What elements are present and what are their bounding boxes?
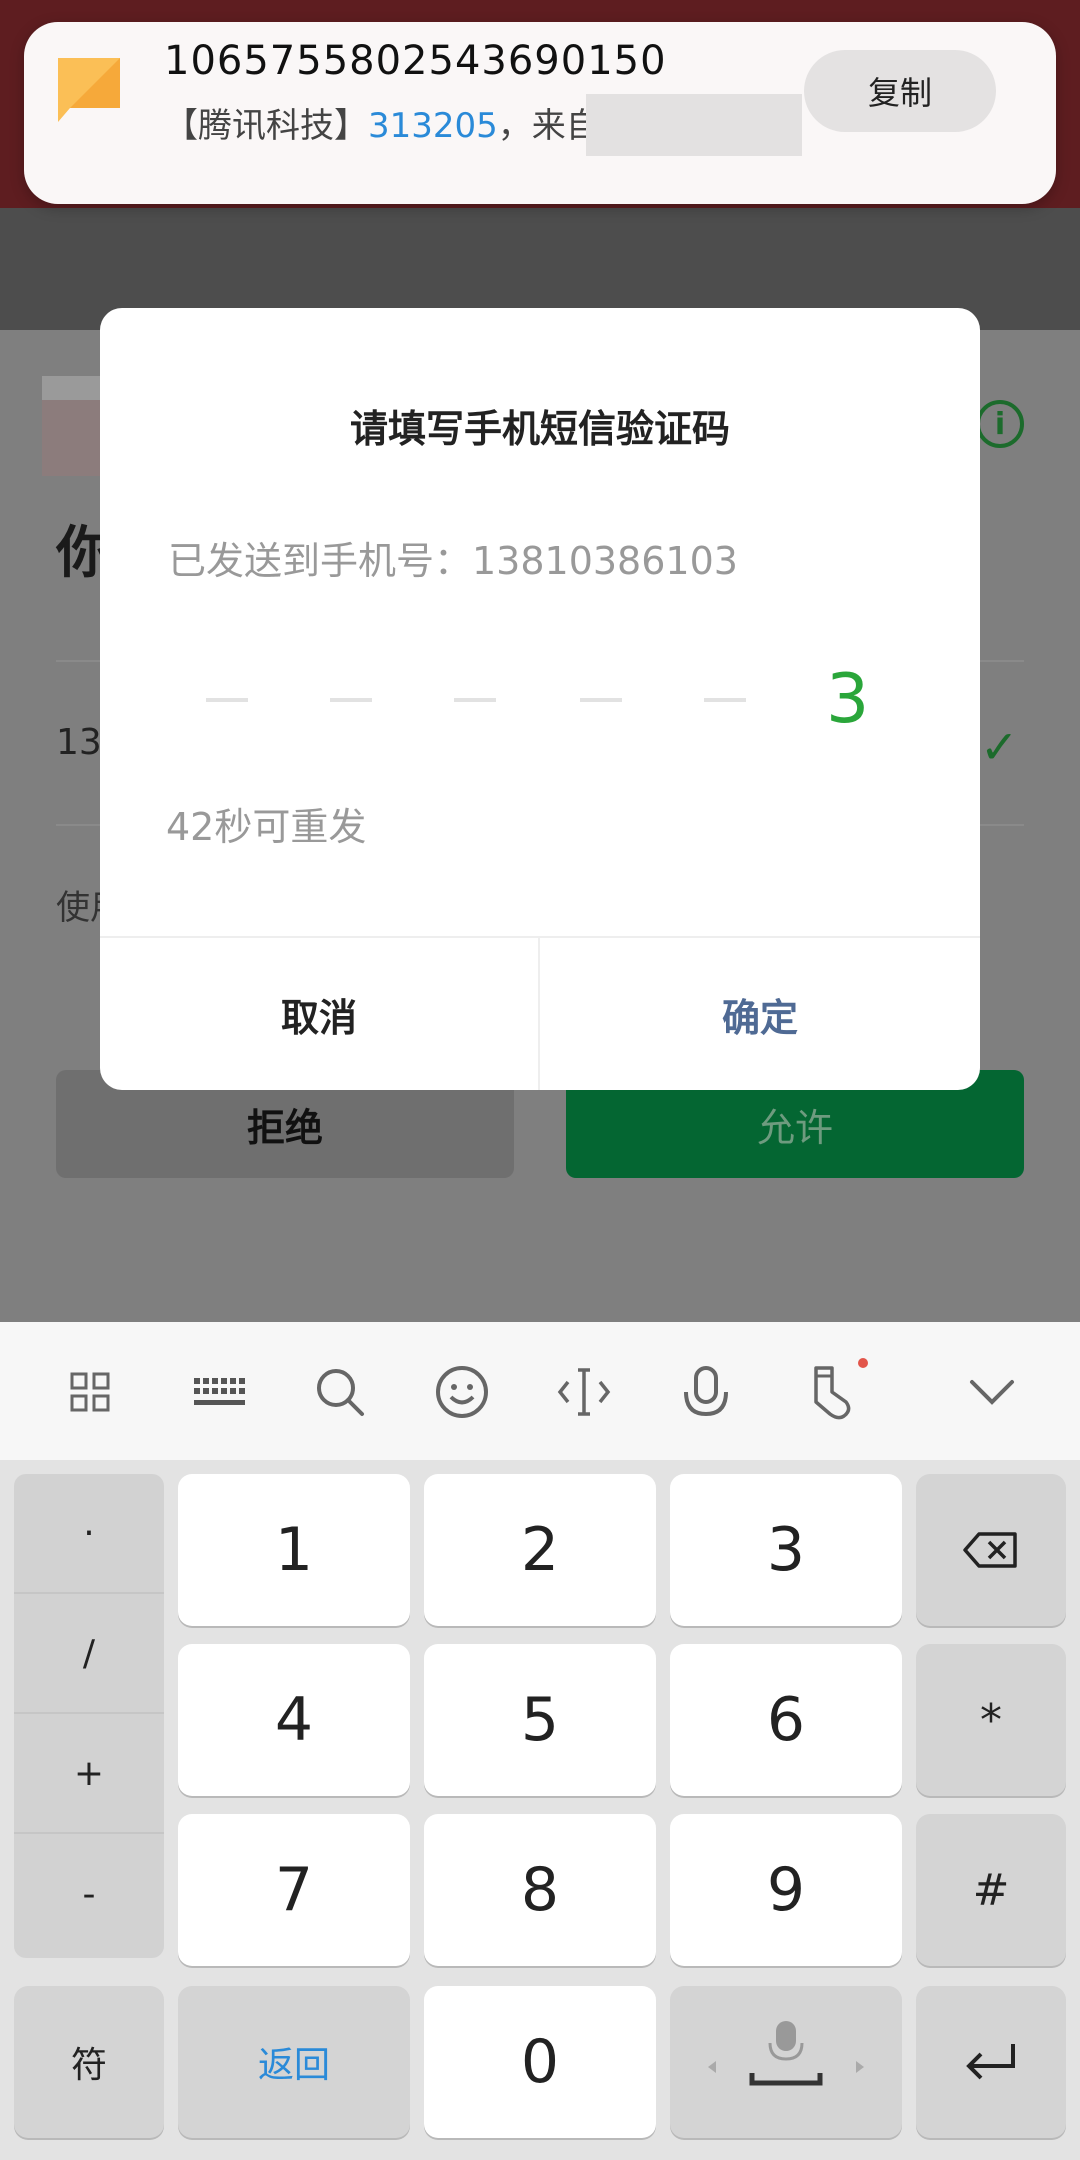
space-voice-icon	[708, 2021, 864, 2086]
symbol-key[interactable]: -	[14, 1834, 164, 1954]
info-icon: i	[976, 400, 1024, 448]
emoji-icon[interactable]	[432, 1362, 492, 1422]
symbol-key[interactable]: /	[14, 1594, 164, 1714]
otp-slot[interactable]	[454, 698, 496, 702]
sms-sender: 1065755802543690150	[164, 38, 667, 84]
symbol-key[interactable]: +	[14, 1714, 164, 1834]
enter-icon	[966, 2044, 1015, 2080]
backspace-key[interactable]	[916, 1474, 1066, 1626]
keyboard-layout-icon[interactable]	[188, 1362, 248, 1422]
otp-slot[interactable]	[330, 698, 372, 702]
star-key[interactable]: *	[916, 1644, 1066, 1796]
keyboard-toolbar	[0, 1322, 1080, 1460]
cursor-move-icon[interactable]	[554, 1362, 614, 1422]
key-7[interactable]: 7	[178, 1814, 410, 1966]
notification-dot	[858, 1358, 868, 1368]
otp-slot[interactable]	[206, 698, 248, 702]
otp-slot[interactable]	[704, 698, 746, 702]
apps-grid-icon[interactable]	[60, 1362, 120, 1422]
search-icon[interactable]	[310, 1362, 370, 1422]
dialog-title: 请填写手机短信验证码	[349, 407, 730, 451]
key-6[interactable]: 6	[670, 1644, 902, 1796]
otp-entered-digit[interactable]: 3	[826, 660, 869, 739]
key-2[interactable]: 2	[424, 1474, 656, 1626]
key-3[interactable]: 3	[670, 1474, 902, 1626]
voice-icon[interactable]	[676, 1362, 736, 1422]
verification-dialog: 请填写手机短信验证码 已发送到手机号：13810386103 3 42秒可重发 …	[100, 308, 980, 1090]
cancel-button[interactable]: 取消	[100, 938, 538, 1090]
enter-key[interactable]	[916, 1986, 1066, 2138]
hash-key[interactable]: #	[916, 1814, 1066, 1966]
backspace-icon	[963, 1532, 1017, 1568]
key-8[interactable]: 8	[424, 1814, 656, 1966]
sms-verification-code[interactable]: 313205	[368, 106, 498, 146]
confirm-button[interactable]: 确定	[540, 938, 980, 1090]
check-icon: ✓	[980, 720, 1019, 774]
sock-skin-icon[interactable]	[798, 1362, 858, 1422]
redacted-area	[586, 94, 802, 156]
otp-slot[interactable]	[580, 698, 622, 702]
space-key[interactable]	[670, 1986, 902, 2138]
sent-to-text: 已发送到手机号：13810386103	[168, 539, 738, 583]
key-5[interactable]: 5	[424, 1644, 656, 1796]
symbols-switch-key[interactable]: 符	[14, 1986, 164, 2138]
key-4[interactable]: 4	[178, 1644, 410, 1796]
sms-body: 【腾讯科技】313205，来自"	[164, 98, 615, 147]
message-icon	[58, 58, 120, 122]
key-1[interactable]: 1	[178, 1474, 410, 1626]
sms-body-prefix: 【腾讯科技】	[164, 106, 368, 146]
collapse-keyboard-icon[interactable]	[962, 1362, 1022, 1422]
symbol-key[interactable]: ·	[14, 1474, 164, 1594]
symbol-column[interactable]: · / + -	[14, 1474, 164, 1958]
resend-countdown: 42秒可重发	[166, 805, 367, 849]
copy-button[interactable]: 复制	[804, 50, 996, 132]
key-9[interactable]: 9	[670, 1814, 902, 1966]
key-0[interactable]: 0	[424, 1986, 656, 2138]
return-key[interactable]: 返回	[178, 1986, 410, 2138]
